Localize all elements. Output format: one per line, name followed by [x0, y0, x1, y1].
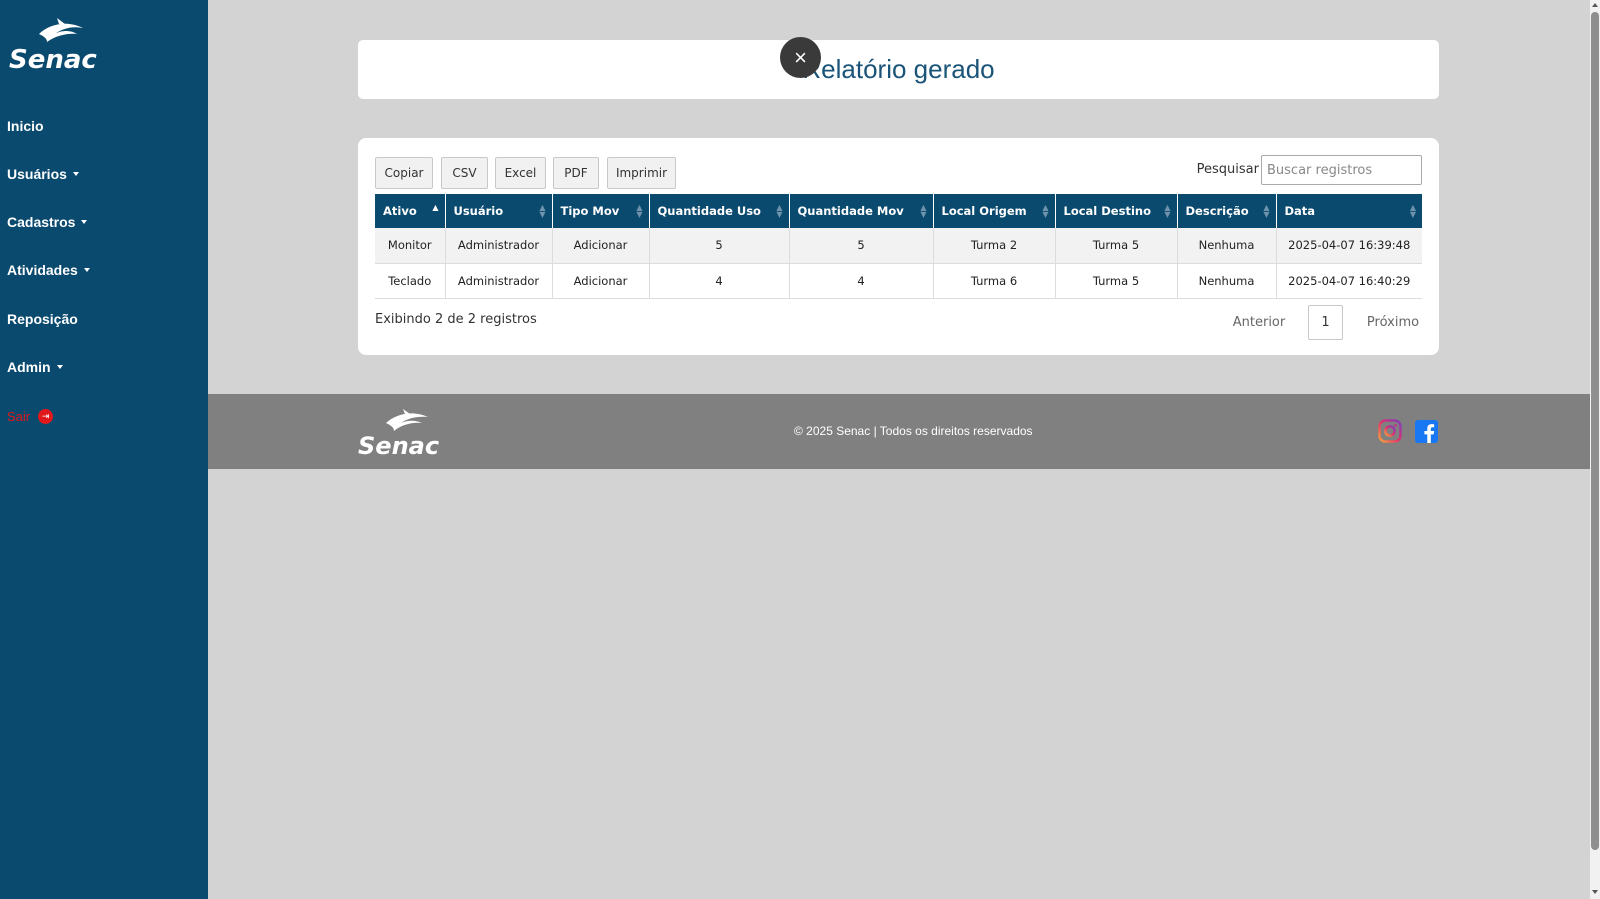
logout-icon: ⇥	[38, 409, 54, 424]
sort-icon: ▲ ▼	[1042, 203, 1049, 219]
nav-usuarios[interactable]: Usuários	[7, 166, 79, 182]
table-cell: 4	[789, 263, 934, 299]
report-table-card: Copiar CSV Excel PDF Imprimir Pesquisar …	[358, 138, 1439, 355]
caret-down-icon	[72, 172, 79, 176]
column-header-label: Ativo	[383, 204, 417, 218]
nav-atividades[interactable]: Atividades	[7, 262, 90, 278]
table-cell: Administrador	[445, 228, 553, 264]
column-header-ativo[interactable]: Ativo ▲	[375, 194, 446, 228]
sort-icon: ▲ ▼	[776, 203, 783, 219]
nav-reposicao-label: Reposição	[7, 311, 78, 327]
column-header-quantidade-uso[interactable]: Quantidade Uso ▲ ▼	[649, 194, 790, 228]
column-header-label: Quantidade Mov	[797, 204, 904, 218]
logout-label: Sair	[7, 409, 31, 424]
column-header-local-destino[interactable]: Local Destino ▲ ▼	[1055, 194, 1178, 228]
pagination-previous[interactable]: Anterior	[1228, 305, 1290, 340]
logout-link[interactable]: Sair ⇥	[7, 409, 54, 424]
senac-logo: Senac	[9, 18, 97, 72]
nav-admin-label: Admin	[7, 359, 51, 375]
nav-inicio-label: Inicio	[7, 118, 44, 134]
close-icon: ×	[794, 44, 807, 70]
nav-cadastros-label: Cadastros	[7, 214, 76, 230]
svg-text:Senac: Senac	[9, 45, 97, 72]
table-cell: Turma 2	[933, 228, 1056, 264]
table-cell: Monitor	[375, 228, 446, 264]
table-cell: 4	[649, 263, 790, 299]
search-input[interactable]	[1261, 155, 1422, 185]
table-cell: Turma 5	[1055, 228, 1178, 264]
table-cell: 5	[789, 228, 934, 264]
nav-admin[interactable]: Admin	[7, 359, 63, 375]
sort-icon: ▲ ▼	[1409, 203, 1416, 219]
svg-text:Senac: Senac	[358, 432, 439, 457]
table-cell: Adicionar	[552, 263, 650, 299]
column-header-label: Descrição	[1185, 204, 1249, 218]
table-cell: 5	[649, 228, 790, 264]
caret-down-icon	[56, 365, 63, 369]
column-header-data[interactable]: Data ▲ ▼	[1276, 194, 1422, 228]
column-header-tipo-mov[interactable]: Tipo Mov ▲ ▼	[552, 194, 650, 228]
page-scrollbar[interactable]	[1590, 0, 1600, 899]
caret-down-icon	[83, 268, 90, 272]
column-header-label: Tipo Mov	[560, 204, 620, 218]
page-title: Relatório gerado	[802, 54, 995, 84]
sort-icon: ▲ ▼	[539, 203, 546, 219]
copyright-text: © 2025 Senac | Todos os direitos reserva…	[794, 424, 1033, 438]
column-header-descricao[interactable]: Descrição ▲ ▼	[1177, 194, 1277, 228]
table-cell: Nenhuma	[1177, 228, 1277, 264]
scroll-down-arrow-icon[interactable]	[1592, 890, 1598, 894]
pagination-next[interactable]: Próximo	[1358, 305, 1428, 340]
table-cell: Nenhuma	[1177, 263, 1277, 299]
table-cell: Turma 5	[1055, 263, 1178, 299]
sort-icon: ▲	[432, 203, 439, 212]
copy-button[interactable]: Copiar	[375, 157, 433, 189]
column-header-label: Local Destino	[1063, 204, 1151, 218]
sort-icon: ▲ ▼	[1164, 203, 1171, 219]
search-label: Pesquisar	[1196, 162, 1259, 177]
table-row: Monitor Administrador Adicionar 5 5 Turm…	[375, 228, 1422, 264]
table-cell: Adicionar	[552, 228, 650, 264]
title-card: Relatório gerado	[358, 40, 1439, 99]
nav-cadastros[interactable]: Cadastros	[7, 214, 88, 230]
sort-icon: ▲ ▼	[1263, 203, 1270, 219]
caret-down-icon	[81, 220, 88, 224]
sort-icon: ▲ ▼	[636, 203, 643, 219]
table-cell: Teclado	[375, 263, 446, 299]
table-cell: 2025-04-07 16:40:29	[1276, 263, 1422, 299]
pagination-page-1[interactable]: 1	[1308, 305, 1343, 340]
table-cell: Turma 6	[933, 263, 1056, 299]
csv-button[interactable]: CSV	[441, 157, 488, 189]
column-header-usuario[interactable]: Usuário ▲ ▼	[445, 194, 553, 228]
table-info: Exibindo 2 de 2 registros	[375, 312, 537, 327]
senac-logo: Senac	[358, 409, 439, 457]
pdf-button[interactable]: PDF	[553, 157, 599, 189]
print-button[interactable]: Imprimir	[607, 157, 676, 189]
nav-atividades-label: Atividades	[7, 262, 78, 278]
report-table: Ativo ▲ Usuário ▲ ▼ Tipo Mov ▲ ▼ Quantidad…	[375, 194, 1422, 299]
table-cell: 2025-04-07 16:39:48	[1276, 228, 1422, 264]
column-header-label: Usuário	[453, 204, 504, 218]
table-header-row: Ativo ▲ Usuário ▲ ▼ Tipo Mov ▲ ▼ Quantidad…	[375, 194, 1422, 228]
column-header-label: Quantidade Uso	[657, 204, 761, 218]
sidebar: Senac Inicio Usuários Cadastros Atividad…	[0, 0, 208, 899]
close-button[interactable]: ×	[780, 37, 821, 78]
column-header-label: Data	[1284, 204, 1316, 218]
column-header-local-origem[interactable]: Local Origem ▲ ▼	[933, 194, 1056, 228]
column-header-label: Local Origem	[941, 204, 1027, 218]
column-header-quantidade-mov[interactable]: Quantidade Mov ▲ ▼	[789, 194, 934, 228]
nav-usuarios-label: Usuários	[7, 166, 67, 182]
table-cell: Administrador	[445, 263, 553, 299]
sort-icon: ▲ ▼	[920, 203, 927, 219]
table-row: Teclado Administrador Adicionar 4 4 Turm…	[375, 263, 1422, 299]
nav-inicio[interactable]: Inicio	[7, 118, 44, 134]
instagram-icon[interactable]	[1378, 419, 1402, 443]
scroll-up-arrow-icon[interactable]	[1592, 3, 1598, 7]
facebook-icon[interactable]	[1415, 420, 1438, 443]
scroll-thumb[interactable]	[1591, 12, 1599, 850]
excel-button[interactable]: Excel	[495, 157, 546, 189]
nav-reposicao[interactable]: Reposição	[7, 311, 78, 327]
footer: Senac © 2025 Senac | Todos os direitos r…	[208, 394, 1590, 469]
